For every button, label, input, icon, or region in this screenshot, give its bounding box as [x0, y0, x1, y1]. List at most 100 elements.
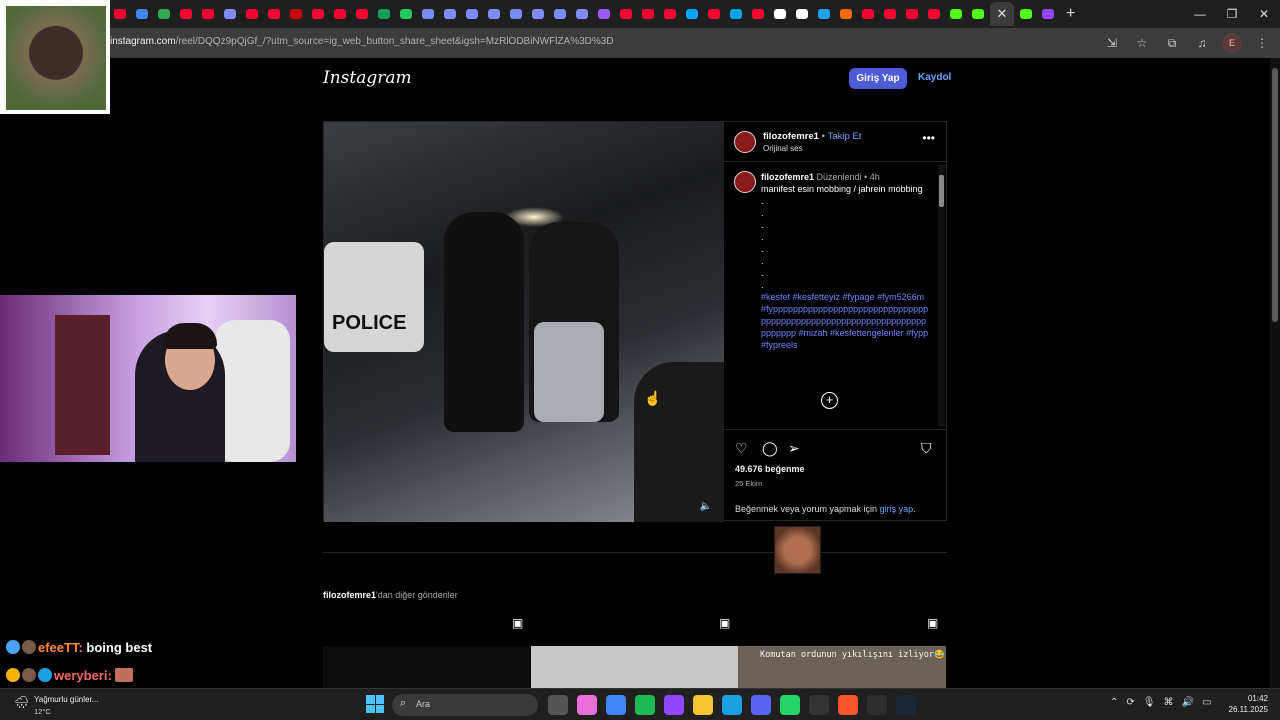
- more-options-icon[interactable]: •••: [922, 131, 935, 145]
- browser-tab[interactable]: [594, 4, 614, 24]
- browser-tab[interactable]: [286, 4, 306, 24]
- close-tab-icon[interactable]: ✕: [997, 6, 1008, 22]
- taskbar-app-icon[interactable]: [780, 695, 800, 715]
- browser-tab[interactable]: [924, 4, 944, 24]
- browser-tab[interactable]: [792, 4, 812, 24]
- taskbar-app-icon[interactable]: [577, 695, 597, 715]
- caption-username[interactable]: filozofemre1: [761, 172, 814, 182]
- like-heart-icon[interactable]: ♡: [735, 440, 748, 457]
- extensions-icon[interactable]: ⧉: [1162, 33, 1182, 53]
- browser-tab[interactable]: [242, 4, 262, 24]
- browser-tab[interactable]: [330, 4, 350, 24]
- taskbar-app-icon[interactable]: [722, 695, 742, 715]
- follow-link[interactable]: Takip Et: [828, 131, 862, 142]
- taskbar-app-icon[interactable]: [867, 695, 887, 715]
- battery-icon[interactable]: ▭: [1202, 697, 1211, 708]
- more-posts-username[interactable]: filozofemre1: [323, 590, 376, 600]
- instagram-logo[interactable]: Instagram: [323, 68, 412, 88]
- page-scrollbar[interactable]: [1270, 58, 1280, 688]
- network-icon[interactable]: ⌘: [1163, 697, 1173, 708]
- new-tab-button[interactable]: +: [1066, 5, 1075, 23]
- reel-video[interactable]: POLICE ☝ 🔈: [324, 122, 724, 522]
- maximize-button[interactable]: ❐: [1216, 0, 1248, 28]
- taskbar-app-icon[interactable]: [838, 695, 858, 715]
- browser-tab[interactable]: [902, 4, 922, 24]
- browser-tab[interactable]: [220, 4, 240, 24]
- browser-tab[interactable]: [1016, 4, 1036, 24]
- browser-tab[interactable]: [484, 4, 504, 24]
- taskbar-app-icon[interactable]: [809, 695, 829, 715]
- taskbar-app-icon[interactable]: [548, 695, 568, 715]
- tray-sync-icon[interactable]: ⟳: [1126, 697, 1134, 708]
- browser-tab[interactable]: [660, 4, 680, 24]
- browser-tab[interactable]: [110, 4, 130, 24]
- taskbar-app-icon[interactable]: [896, 695, 916, 715]
- audio-label[interactable]: Orijinal ses: [763, 144, 803, 153]
- browser-tab[interactable]: [946, 4, 966, 24]
- browser-tab[interactable]: [176, 4, 196, 24]
- browser-tab[interactable]: [506, 4, 526, 24]
- browser-tab[interactable]: [440, 4, 460, 24]
- minimize-button[interactable]: —: [1184, 0, 1216, 28]
- browser-tab[interactable]: [836, 4, 856, 24]
- browser-tab[interactable]: [748, 4, 768, 24]
- close-window-button[interactable]: ✕: [1248, 0, 1280, 28]
- browser-tab[interactable]: [814, 4, 834, 24]
- browser-tab[interactable]: [462, 4, 482, 24]
- browser-tab[interactable]: [396, 4, 416, 24]
- author-avatar[interactable]: [734, 131, 756, 153]
- comment-bubble-icon[interactable]: ◯: [762, 440, 778, 457]
- browser-tab[interactable]: [638, 4, 658, 24]
- microphone-icon[interactable]: 🎙: [1143, 697, 1156, 708]
- add-comment-icon[interactable]: +: [821, 392, 838, 409]
- volume-icon[interactable]: 🔈: [700, 501, 712, 512]
- author-username[interactable]: filozofemre1: [763, 131, 819, 142]
- more-post-thumbnail-2[interactable]: [531, 646, 738, 688]
- taskbar-app-icon[interactable]: [606, 695, 626, 715]
- browser-tab[interactable]: [198, 4, 218, 24]
- browser-tab[interactable]: [352, 4, 372, 24]
- login-button[interactable]: Giriş Yap: [849, 68, 907, 89]
- more-post-thumbnail-3[interactable]: Komutan ordunun yıkılışını izliyor😂: [738, 646, 946, 688]
- browser-tab[interactable]: [968, 4, 988, 24]
- taskbar-app-icon[interactable]: [751, 695, 771, 715]
- browser-menu-icon[interactable]: ⋮: [1252, 33, 1272, 53]
- browser-tab[interactable]: [726, 4, 746, 24]
- browser-tab[interactable]: [682, 4, 702, 24]
- browser-tab[interactable]: [418, 4, 438, 24]
- browser-tab[interactable]: [550, 4, 570, 24]
- share-send-icon[interactable]: ➢: [788, 440, 800, 457]
- volume-icon[interactable]: 🔊: [1181, 697, 1193, 708]
- taskbar-app-icon[interactable]: [693, 695, 713, 715]
- more-post-thumbnail-1[interactable]: [323, 646, 531, 688]
- browser-tab[interactable]: [572, 4, 592, 24]
- media-controls-icon[interactable]: ♫: [1192, 33, 1212, 53]
- active-tab[interactable]: ✕: [990, 2, 1014, 26]
- caption-scrollbar[interactable]: [938, 165, 945, 427]
- signup-link[interactable]: Kaydol: [918, 72, 951, 83]
- caption-hashtags[interactable]: #kesfet #kesfetteyiz #fypage #fym5266m #…: [761, 291, 931, 351]
- url-text[interactable]: instagram.com/reel/DQQz9pQjGf_/?utm_sour…: [110, 36, 614, 47]
- browser-tab[interactable]: [132, 4, 152, 24]
- browser-tab[interactable]: [770, 4, 790, 24]
- browser-tab[interactable]: [616, 4, 636, 24]
- taskbar-app-icon[interactable]: [664, 695, 684, 715]
- browser-tab[interactable]: [154, 4, 174, 24]
- address-bar[interactable]: instagram.com/reel/DQQz9pQjGf_/?utm_sour…: [0, 28, 1280, 58]
- like-count[interactable]: 49.676 beğenme: [735, 464, 805, 474]
- browser-tab[interactable]: [880, 4, 900, 24]
- browser-tab[interactable]: [528, 4, 548, 24]
- browser-tab[interactable]: [264, 4, 284, 24]
- caption-avatar[interactable]: [734, 171, 756, 193]
- bookmark-star-icon[interactable]: ☆: [1132, 33, 1152, 53]
- profile-avatar[interactable]: E: [1222, 33, 1242, 53]
- browser-tab[interactable]: [1038, 4, 1058, 24]
- clock[interactable]: 01:42 26.11.2025: [1229, 693, 1268, 715]
- install-app-icon[interactable]: ⇲: [1102, 33, 1122, 53]
- browser-tab[interactable]: [858, 4, 878, 24]
- taskbar-search[interactable]: ⌕ Ara: [392, 694, 538, 716]
- save-bookmark-icon[interactable]: ⛉: [921, 440, 932, 457]
- tray-chevron-icon[interactable]: ⌃: [1110, 697, 1118, 708]
- login-prompt-link[interactable]: giriş yap: [880, 504, 914, 514]
- start-button[interactable]: [366, 695, 384, 713]
